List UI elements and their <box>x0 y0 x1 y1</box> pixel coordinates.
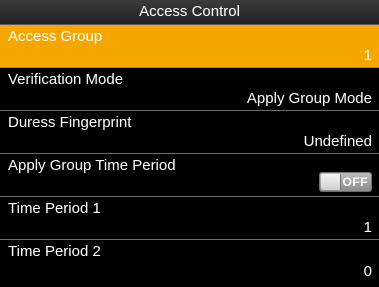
duress-fingerprint-label: Duress Fingerprint <box>8 114 132 131</box>
list-item-time-period-1[interactable]: Time Period 1 1 <box>0 197 379 240</box>
apply-group-time-period-label: Apply Group Time Period <box>8 157 176 174</box>
verification-mode-label: Verification Mode <box>8 71 124 88</box>
toggle-state-text: OFF <box>342 175 368 189</box>
time-period-2-label: Time Period 2 <box>8 243 101 260</box>
time-period-1-value: 1 <box>363 219 372 236</box>
list-item-time-period-2[interactable]: Time Period 2 0 <box>0 240 379 283</box>
access-control-screen: Access Control Access Group 1 Verificati… <box>0 0 379 287</box>
access-group-label: Access Group <box>8 28 103 45</box>
access-group-value: 1 <box>363 47 372 64</box>
time-period-2-value: 0 <box>363 263 372 280</box>
list-item-access-group[interactable]: Access Group 1 <box>0 25 379 68</box>
page-title: Access Control <box>0 0 379 25</box>
list-item-duress-fingerprint[interactable]: Duress Fingerprint Undefined <box>0 111 379 154</box>
time-period-1-label: Time Period 1 <box>8 200 101 217</box>
toggle-knob-icon <box>321 174 341 190</box>
settings-list: Access Group 1 Verification Mode Apply G… <box>0 25 379 283</box>
list-item-apply-group-time-period[interactable]: Apply Group Time Period OFF <box>0 154 379 197</box>
verification-mode-value: Apply Group Mode <box>246 90 372 107</box>
apply-group-time-period-toggle[interactable]: OFF <box>319 172 372 192</box>
duress-fingerprint-value: Undefined <box>303 133 372 150</box>
list-item-verification-mode[interactable]: Verification Mode Apply Group Mode <box>0 68 379 111</box>
